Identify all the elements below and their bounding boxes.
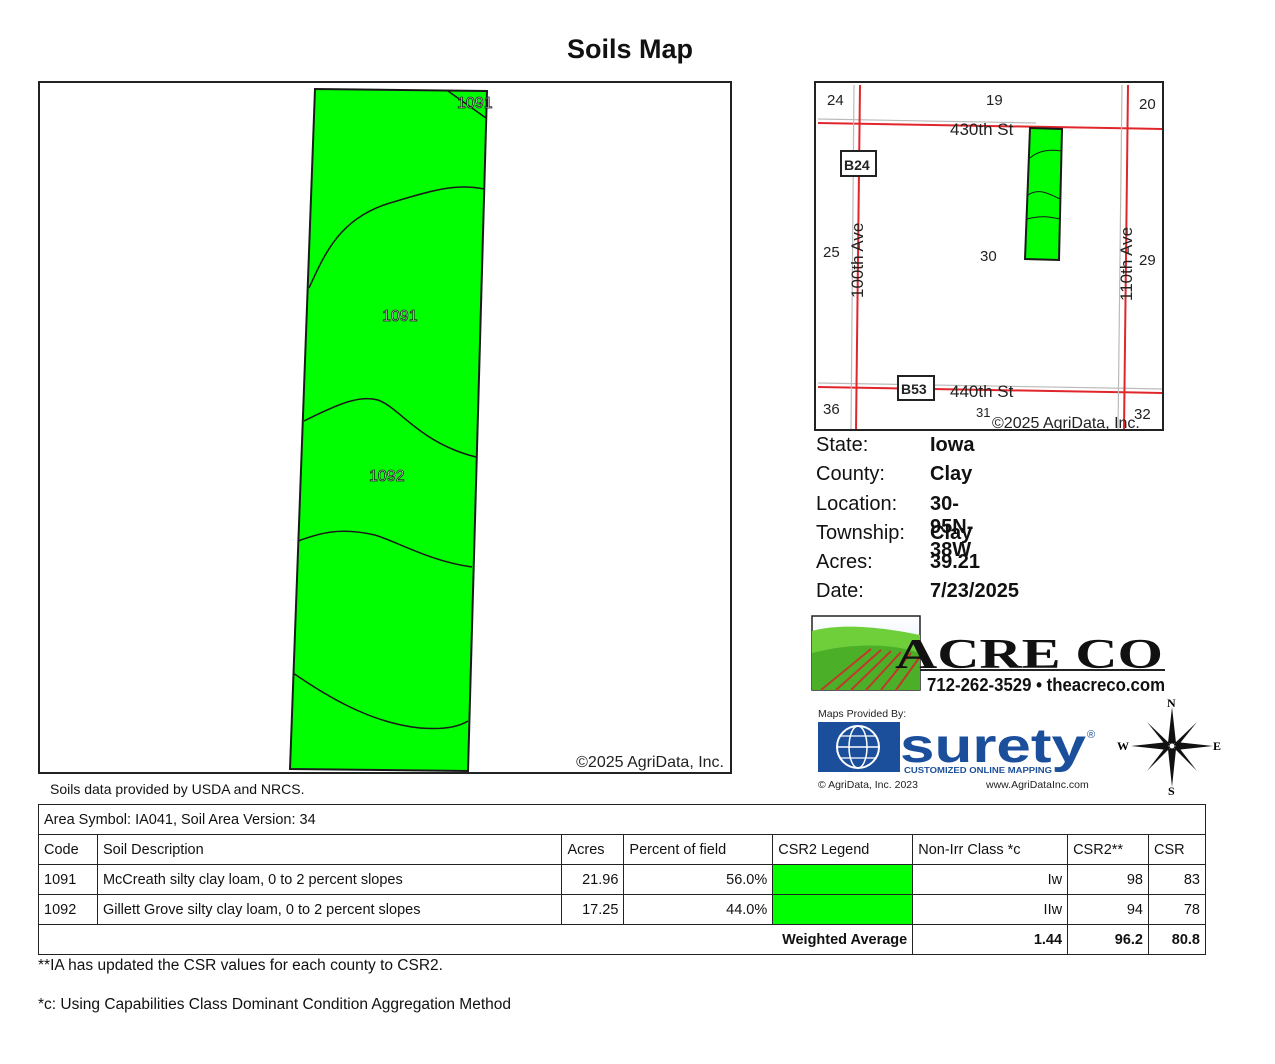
road-label-east: 110th Ave xyxy=(1117,227,1136,301)
footnote-csr2: **IA has updated the CSR values for each… xyxy=(38,957,443,974)
cell-csr2: 98 xyxy=(1067,864,1149,895)
compass-point-s xyxy=(1168,749,1176,787)
cell-code: 1092 xyxy=(38,894,98,925)
cell-percent: 44.0% xyxy=(623,894,774,925)
column-header: CSR2** xyxy=(1067,834,1149,865)
source-note: Soils data provided by USDA and NRCS. xyxy=(50,781,305,797)
weighted-average-row: Weighted Average 1.44 96.2 80.8 xyxy=(37,924,1206,955)
table-row: 1092 Gillett Grove silty clay loam, 0 to… xyxy=(38,894,1206,925)
column-header: Soil Description xyxy=(96,834,563,865)
section-number: 24 xyxy=(827,92,844,109)
section-number: 29 xyxy=(1139,252,1156,269)
compass-point-w xyxy=(1131,742,1168,750)
weighted-label: Weighted Average xyxy=(772,924,914,955)
column-header: Percent of field xyxy=(623,834,774,865)
cell-nonirr: Iw xyxy=(912,864,1069,895)
section-number: 31 xyxy=(976,405,990,420)
cell-csr: 83 xyxy=(1148,864,1206,895)
column-header: Non-Irr Class *c xyxy=(912,834,1069,865)
column-header: Code xyxy=(38,834,98,865)
soils-map-canvas: 1091 1091 1092 xyxy=(288,87,493,772)
footnote-aggregation: *c: Using Capabilities Class Dominant Co… xyxy=(38,996,512,1013)
cell-description: McCreath silty clay loam, 0 to 2 percent… xyxy=(96,864,563,895)
section-number: 25 xyxy=(823,244,840,261)
compass-icon: N S W E xyxy=(1117,696,1221,798)
info-value: Clay xyxy=(930,463,973,486)
info-value: 39.21 xyxy=(930,551,981,574)
area-symbol: Area Symbol: IA041, Soil Area Version: 3… xyxy=(38,804,1206,835)
area-symbol-row: Area Symbol: IA041, Soil Area Version: 3… xyxy=(38,804,1206,835)
road-label-south: 440th St xyxy=(950,382,1014,401)
table-row: 1091 McCreath silty clay loam, 0 to 2 pe… xyxy=(38,864,1206,895)
info-label: County: xyxy=(816,463,885,486)
compass-point-n xyxy=(1168,707,1176,743)
cell-acres: 21.96 xyxy=(561,864,625,895)
info-label: Acres: xyxy=(816,551,873,574)
cell-percent: 56.0% xyxy=(623,864,774,895)
field-boundary xyxy=(288,87,489,772)
cell-code: 1091 xyxy=(38,864,98,895)
road-label-north: 430th St xyxy=(950,120,1014,139)
soil-table: Area Symbol: IA041, Soil Area Version: 3… xyxy=(37,804,1206,955)
section-number: 30 xyxy=(980,248,997,265)
cell-csr2: 94 xyxy=(1067,894,1149,925)
info-label: Township: xyxy=(816,521,905,544)
weighted-spacer xyxy=(37,924,773,955)
info-label: State: xyxy=(816,434,869,456)
section-number: 19 xyxy=(986,92,1003,109)
surety-copyright: © AgriData, Inc. 2023 xyxy=(818,779,918,791)
acreco-logo-graphic: ACRE CO 712-262-3529 • theacreco.com xyxy=(811,615,1165,695)
highway-shield-label: B24 xyxy=(844,157,870,173)
weighted-nonirr: 1.44 xyxy=(912,924,1069,955)
surety-logo[interactable]: Maps Provided By: surety ® CUSTOMIZED ON… xyxy=(816,706,1106,792)
compass-point-e xyxy=(1176,742,1213,750)
column-header: CSR xyxy=(1148,834,1206,865)
compass-s: S xyxy=(1168,784,1175,797)
weighted-csr2: 96.2 xyxy=(1067,924,1149,955)
surety-website: www.AgriDataInc.com xyxy=(985,779,1089,791)
locator-map[interactable]: 430th St 440th St 100th Ave 110th Ave B2… xyxy=(814,81,1164,431)
table-header-row: Code Soil Description Acres Percent of f… xyxy=(38,834,1206,865)
info-label: Date: xyxy=(816,580,864,603)
compass-rose: N S W E xyxy=(1117,695,1223,798)
info-label: Location: xyxy=(816,492,898,515)
info-value: Iowa xyxy=(930,434,975,456)
soils-map[interactable]: 1091 1091 1092 ©2025 AgriData, Inc. xyxy=(38,81,732,774)
highway-shield-label: B53 xyxy=(901,381,927,397)
page-title: Soils Map xyxy=(566,34,694,64)
map-copyright: ©2025 AgriData, Inc. xyxy=(576,754,724,771)
locator-map-canvas: 430th St 440th St 100th Ave 110th Ave B2… xyxy=(817,84,1162,431)
logo-contact: 712-262-3529 • theacreco.com xyxy=(927,675,1165,695)
csr2-legend-swatch xyxy=(772,864,914,895)
compass-e: E xyxy=(1213,739,1221,753)
section-number: 36 xyxy=(823,401,840,418)
surety-tagline: CUSTOMIZED ONLINE MAPPING xyxy=(904,766,1052,775)
soil-label: 1091 xyxy=(382,308,418,325)
logo-text: ACRE CO xyxy=(895,632,1163,678)
acreco-logo[interactable]: ACRE CO 712-262-3529 • theacreco.com xyxy=(811,613,1167,697)
cell-acres: 17.25 xyxy=(561,894,625,925)
surety-logo-graphic: Maps Provided By: surety ® CUSTOMIZED ON… xyxy=(818,708,1095,791)
csr2-legend-swatch xyxy=(772,894,914,925)
info-value: 7/23/2025 xyxy=(930,580,1019,603)
surety-provided-by: Maps Provided By: xyxy=(818,708,906,720)
cell-nonirr: IIw xyxy=(912,894,1069,925)
cell-description: Gillett Grove silty clay loam, 0 to 2 pe… xyxy=(96,894,563,925)
soil-label: 1092 xyxy=(369,468,405,485)
road-label-west: 100th Ave xyxy=(848,223,867,298)
compass-n: N xyxy=(1167,696,1176,710)
surety-registered: ® xyxy=(1087,729,1095,741)
cell-csr: 78 xyxy=(1148,894,1206,925)
compass-center xyxy=(1168,742,1176,750)
soil-label: 1091 xyxy=(457,95,493,112)
column-header: CSR2 Legend xyxy=(772,834,914,865)
compass-w: W xyxy=(1117,739,1129,753)
weighted-csr: 80.8 xyxy=(1148,924,1206,955)
locator-copyright: ©2025 AgriData, Inc. xyxy=(992,415,1140,431)
column-header: Acres xyxy=(561,834,625,865)
info-value: Clay xyxy=(930,521,973,544)
section-number: 20 xyxy=(1139,96,1156,113)
